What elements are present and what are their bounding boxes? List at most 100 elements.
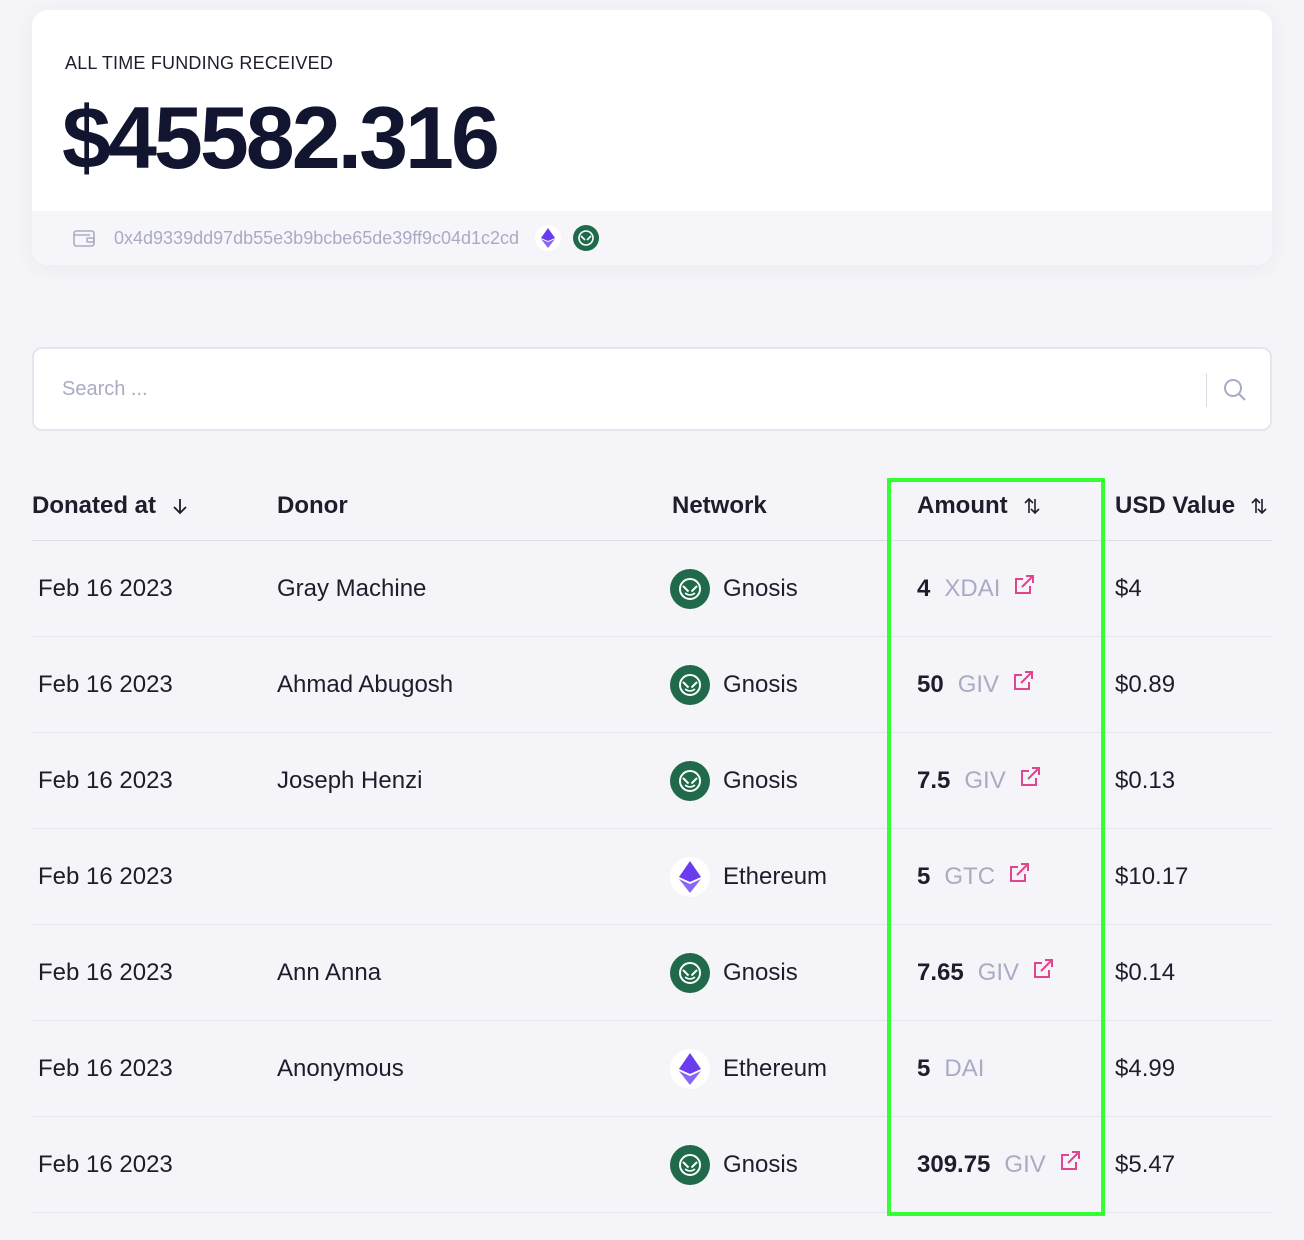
amount-value: 50 — [917, 671, 944, 698]
table-row: Feb 16 2023 Gray Machine Gnosis 4 XDAI $4 — [32, 541, 1272, 637]
donor-cell: Anonymous — [277, 1055, 404, 1082]
ethereum-icon — [535, 225, 562, 251]
network-cell: Ethereum — [670, 1021, 827, 1117]
funding-card: ALL TIME FUNDING RECEIVED $45582.316 0x4… — [32, 10, 1272, 265]
external-link-icon[interactable] — [1012, 573, 1036, 597]
donated-at-cell: Feb 16 2023 — [38, 863, 173, 890]
usd-value-cell: $4 — [1115, 575, 1142, 602]
donor-cell: Ann Anna — [277, 959, 382, 986]
table-row: Feb 16 2023 Anonymous Ethereum 5 DAI $4.99 — [32, 1021, 1272, 1117]
header-amount[interactable]: Amount — [917, 492, 1042, 520]
usd-value-cell: $5.47 — [1115, 1151, 1176, 1178]
donated-at-cell: Feb 16 2023 — [38, 671, 173, 698]
network-label: Gnosis — [723, 1151, 798, 1178]
amount-cell: 50 GIV — [917, 637, 1035, 733]
arrow-down-icon[interactable] — [170, 496, 190, 516]
external-link-icon[interactable] — [1058, 1149, 1082, 1173]
gnosis-icon — [670, 1145, 710, 1185]
network-label: Ethereum — [723, 1055, 828, 1082]
amount-currency: GIV — [1004, 1151, 1046, 1178]
table-row: Feb 16 2023 Ethereum 5 GTC $10.17 — [32, 829, 1272, 925]
amount-cell: 7.5 GIV — [917, 733, 1042, 829]
donated-at-cell: Feb 16 2023 — [38, 1055, 173, 1082]
table-body: Feb 16 2023 Gray Machine Gnosis 4 XDAI $4 Feb … — [32, 541, 1272, 1213]
amount-value: 7.5 — [917, 767, 951, 794]
search-box — [32, 347, 1272, 431]
amount-value: 309.75 — [917, 1151, 991, 1178]
search-icon[interactable] — [1222, 377, 1248, 403]
external-link-icon[interactable] — [1011, 669, 1035, 693]
network-label: Gnosis — [723, 671, 798, 698]
ethereum-icon — [670, 1049, 710, 1089]
gnosis-icon — [670, 953, 710, 993]
header-network: Network — [672, 492, 767, 520]
amount-currency: GTC — [944, 863, 996, 890]
donor-cell: Ahmad Abugosh — [277, 671, 454, 698]
network-label: Ethereum — [723, 863, 828, 890]
amount-value: 7.65 — [917, 959, 964, 986]
external-link-icon[interactable] — [1031, 957, 1055, 981]
amount-currency: XDAI — [944, 575, 1001, 602]
usd-value-cell: $4.99 — [1115, 1055, 1176, 1082]
header-label: Donated at — [32, 492, 157, 519]
funding-label: ALL TIME FUNDING RECEIVED — [65, 53, 334, 73]
network-cell: Gnosis — [670, 637, 798, 733]
usd-value-cell: $10.17 — [1115, 863, 1189, 890]
table-row: Feb 16 2023 Joseph Henzi Gnosis 7.5 GIV $0.13 — [32, 733, 1272, 829]
donor-cell: Gray Machine — [277, 575, 427, 602]
amount-currency: DAI — [944, 1055, 985, 1082]
amount-value: 4 — [917, 575, 931, 602]
amount-currency: GIV — [977, 959, 1020, 986]
amount-cell: 4 XDAI — [917, 541, 1036, 637]
network-label: Gnosis — [723, 959, 798, 986]
donations-table: Donated at Donor Network Amount USD Valu… — [32, 470, 1272, 1213]
header-label: Network — [672, 492, 767, 519]
external-link-icon[interactable] — [1007, 861, 1031, 885]
table-row: Feb 16 2023 Ann Anna Gnosis 7.65 GIV $0.14 — [32, 925, 1272, 1021]
network-label: Gnosis — [723, 767, 798, 794]
header-usd-value[interactable]: USD Value — [1115, 492, 1269, 520]
external-link-icon[interactable] — [1018, 765, 1042, 789]
header-donated-at[interactable]: Donated at — [32, 492, 190, 520]
amount-value: 5 — [917, 1055, 931, 1082]
amount-currency: GIV — [964, 767, 1006, 794]
amount-cell: 309.75 GIV — [917, 1117, 1082, 1213]
header-label: Amount — [917, 492, 1008, 519]
amount-currency: GIV — [957, 671, 1000, 698]
donated-at-cell: Feb 16 2023 — [38, 575, 173, 602]
network-cell: Ethereum — [670, 829, 827, 925]
wallet-icon — [73, 230, 95, 247]
gnosis-icon — [573, 225, 600, 251]
header-donor: Donor — [277, 492, 348, 520]
gnosis-icon — [670, 761, 710, 801]
amount-cell: 7.65 GIV — [917, 925, 1055, 1021]
sort-icon[interactable] — [1249, 496, 1269, 516]
amount-cell: 5 DAI — [917, 1021, 984, 1117]
network-label: Gnosis — [723, 575, 798, 602]
header-label: Donor — [277, 492, 348, 519]
donated-at-cell: Feb 16 2023 — [38, 767, 173, 794]
amount-value: 5 — [917, 863, 931, 890]
gnosis-icon — [670, 569, 710, 609]
wallet-address[interactable]: 0x4d9339dd97db55e3b9bcbe65de39ff9c04d1c2… — [114, 228, 519, 249]
ethereum-icon — [670, 857, 710, 897]
table-header: Donated at Donor Network Amount USD Valu… — [32, 470, 1272, 541]
header-label: USD Value — [1115, 492, 1236, 519]
amount-cell: 5 GTC — [917, 829, 1031, 925]
usd-value-cell: $0.13 — [1115, 767, 1176, 794]
search-input[interactable] — [62, 349, 1192, 429]
usd-value-cell: $0.89 — [1115, 671, 1176, 698]
network-cell: Gnosis — [670, 1117, 798, 1213]
search-divider — [1206, 373, 1207, 407]
network-cell: Gnosis — [670, 541, 798, 637]
funding-amount: $45582.316 — [62, 88, 500, 187]
donated-at-cell: Feb 16 2023 — [38, 1151, 173, 1178]
table-row: Feb 16 2023 Ahmad Abugosh Gnosis 50 GIV $0.89 — [32, 637, 1272, 733]
usd-value-cell: $0.14 — [1115, 959, 1176, 986]
network-cell: Gnosis — [670, 733, 798, 829]
donor-cell: Joseph Henzi — [277, 767, 423, 794]
wallet-bar: 0x4d9339dd97db55e3b9bcbe65de39ff9c04d1c2… — [32, 211, 1272, 265]
sort-icon[interactable] — [1022, 496, 1042, 516]
network-cell: Gnosis — [670, 925, 798, 1021]
table-row: Feb 16 2023 Gnosis 309.75 GIV $5.47 — [32, 1117, 1272, 1213]
